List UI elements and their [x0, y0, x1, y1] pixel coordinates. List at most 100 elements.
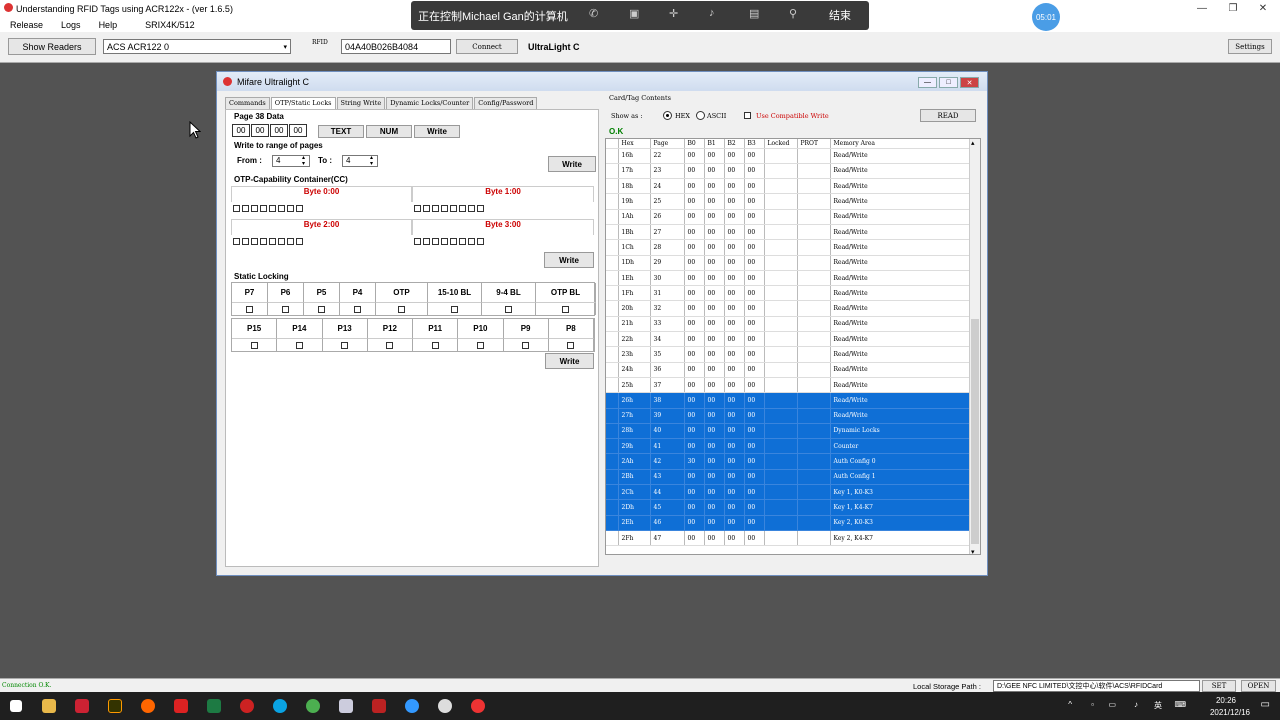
table-cell[interactable]: 00: [684, 178, 705, 195]
table-cell[interactable]: 31: [650, 285, 685, 302]
pin-icon[interactable]: ⚲: [789, 7, 797, 20]
read-button[interactable]: READ: [920, 109, 976, 122]
row-marker[interactable]: [606, 193, 619, 210]
table-cell[interactable]: [764, 499, 798, 516]
table-cell[interactable]: Auth Config 1: [830, 469, 971, 486]
table-cell[interactable]: 00: [704, 515, 725, 531]
column-header[interactable]: Hex: [618, 139, 651, 149]
otp-write-button[interactable]: Write: [544, 252, 594, 268]
red-app-icon[interactable]: [174, 699, 188, 713]
table-row[interactable]: 1Ah 26 00 00 00 00 Read/Write: [606, 209, 971, 225]
checkbox[interactable]: [468, 205, 475, 212]
checkbox[interactable]: [414, 205, 421, 212]
chrome-icon[interactable]: [306, 699, 320, 713]
ascii-radio[interactable]: [696, 111, 705, 120]
table-cell[interactable]: 25h: [618, 377, 651, 394]
open-button[interactable]: OPEN: [1241, 680, 1276, 692]
table-cell[interactable]: 39: [650, 408, 685, 424]
lock-checkbox[interactable]: [282, 305, 289, 313]
end-session-button[interactable]: 结束: [829, 7, 851, 23]
checkbox[interactable]: [459, 238, 466, 245]
table-cell[interactable]: 00: [724, 148, 745, 164]
table-cell[interactable]: 00: [684, 316, 705, 333]
table-cell[interactable]: 00: [684, 285, 705, 302]
checkbox[interactable]: [242, 205, 249, 212]
table-cell[interactable]: [797, 469, 831, 486]
table-cell[interactable]: Dynamic Locks: [830, 423, 971, 440]
table-cell[interactable]: [797, 255, 831, 271]
table-cell[interactable]: 18h: [618, 178, 651, 195]
tray-app-icon[interactable]: ▫: [1091, 700, 1094, 709]
table-cell[interactable]: [797, 193, 831, 210]
lock-checkbox[interactable]: [295, 341, 303, 349]
table-cell[interactable]: 00: [684, 408, 705, 424]
table-cell[interactable]: 00: [744, 193, 765, 210]
table-cell[interactable]: 00: [724, 499, 745, 516]
document-icon[interactable]: [339, 699, 353, 713]
checkbox[interactable]: [251, 238, 258, 245]
checkbox[interactable]: [432, 205, 439, 212]
checkbox[interactable]: [287, 205, 294, 212]
table-cell[interactable]: 00: [704, 423, 725, 440]
table-cell[interactable]: 00: [704, 239, 725, 256]
table-cell[interactable]: 00: [744, 270, 765, 287]
table-cell[interactable]: 00: [684, 224, 705, 241]
table-cell[interactable]: [797, 209, 831, 225]
table-cell[interactable]: Read/Write: [830, 377, 971, 394]
table-cell[interactable]: 00: [744, 530, 765, 547]
lock-checkbox[interactable]: [386, 341, 394, 349]
input-language[interactable]: 英: [1154, 700, 1162, 711]
row-marker[interactable]: [606, 239, 619, 256]
checkbox[interactable]: [423, 238, 430, 245]
table-cell[interactable]: [797, 148, 831, 164]
table-cell[interactable]: 37: [650, 377, 685, 394]
table-cell[interactable]: [764, 438, 798, 455]
table-cell[interactable]: 00: [724, 408, 745, 424]
rfid-app-icon[interactable]: [471, 699, 485, 713]
table-cell[interactable]: [797, 239, 831, 256]
table-cell[interactable]: 00: [724, 255, 745, 271]
checkbox[interactable]: [251, 205, 258, 212]
table-row[interactable]: 2Dh 45 00 00 00 00 Key 1, K4-K7: [606, 499, 971, 516]
table-cell[interactable]: Read/Write: [830, 362, 971, 378]
table-cell[interactable]: 00: [744, 285, 765, 302]
lock-checkbox[interactable]: [476, 341, 484, 349]
compat-write-checkbox[interactable]: [744, 112, 751, 119]
table-cell[interactable]: 27: [650, 224, 685, 241]
table-row[interactable]: 2Ah 42 30 00 00 00 Auth Config 0: [606, 453, 971, 470]
table-cell[interactable]: Read/Write: [830, 209, 971, 225]
table-cell[interactable]: 00: [724, 178, 745, 195]
table-cell[interactable]: 00: [724, 346, 745, 363]
table-cell[interactable]: 00: [724, 209, 745, 225]
table-cell[interactable]: [764, 316, 798, 333]
table-cell[interactable]: 00: [704, 285, 725, 302]
table-cell[interactable]: 00: [684, 331, 705, 348]
column-header[interactable]: B2: [724, 139, 745, 149]
table-cell[interactable]: 00: [684, 148, 705, 164]
table-cell[interactable]: [764, 255, 798, 271]
table-cell[interactable]: 00: [724, 270, 745, 287]
table-cell[interactable]: [797, 423, 831, 440]
table-cell[interactable]: 00: [684, 530, 705, 547]
lock-checkbox[interactable]: [567, 341, 575, 349]
table-cell[interactable]: 00: [744, 362, 765, 378]
table-cell[interactable]: 35: [650, 346, 685, 363]
table-cell[interactable]: 00: [744, 255, 765, 271]
table-cell[interactable]: 00: [744, 408, 765, 424]
table-cell[interactable]: Read/Write: [830, 178, 971, 195]
child-maximize-icon[interactable]: □: [939, 77, 958, 88]
table-row[interactable]: 19h 25 00 00 00 00 Read/Write: [606, 193, 971, 210]
menu-srix[interactable]: SRIX4K/512: [145, 20, 195, 30]
table-cell[interactable]: [764, 285, 798, 302]
table-cell[interactable]: [797, 408, 831, 424]
lock-checkbox[interactable]: [505, 305, 512, 313]
child-minimize-icon[interactable]: —: [918, 77, 937, 88]
row-marker[interactable]: [606, 285, 619, 302]
row-marker[interactable]: [606, 163, 619, 180]
table-cell[interactable]: [797, 285, 831, 302]
checkbox[interactable]: [269, 205, 276, 212]
table-cell[interactable]: 23h: [618, 346, 651, 363]
tab-string-write[interactable]: String Write: [336, 97, 386, 109]
table-cell[interactable]: 00: [704, 178, 725, 195]
row-marker[interactable]: [606, 453, 619, 470]
